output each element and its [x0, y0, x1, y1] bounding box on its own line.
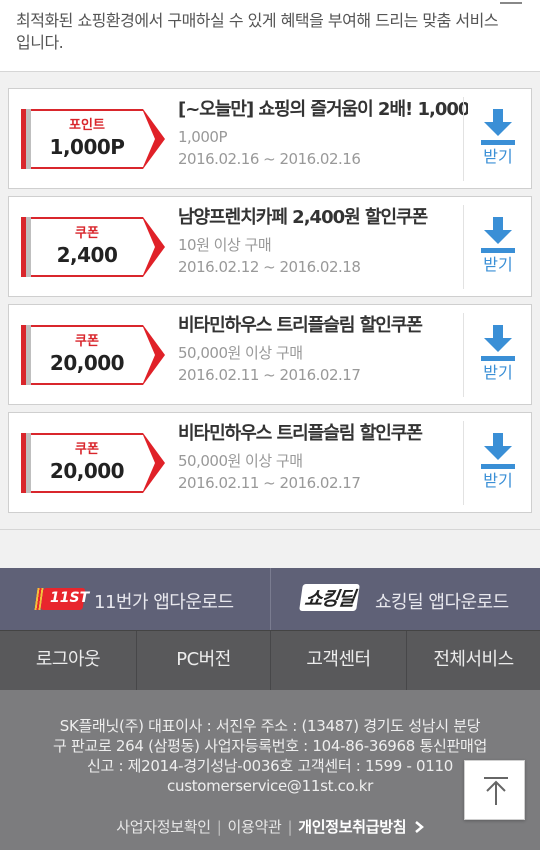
- coupon-type: 쿠폰: [75, 442, 99, 457]
- footer-links: 사업자정보확인 | 이용약관 | 개인정보취급방침: [0, 816, 540, 837]
- coupon-condition: 1,000P: [178, 128, 228, 146]
- download-label: 받기: [483, 147, 513, 166]
- intro-text-line2: 입니다.: [16, 33, 64, 52]
- pc-version-button[interactable]: PC버전: [136, 631, 270, 691]
- download-button[interactable]: 받기: [463, 205, 531, 289]
- all-services-button[interactable]: 전체서비스: [406, 631, 540, 691]
- coupon-title: 비타민하우스 트리플슬림 할인쿠폰: [178, 423, 423, 444]
- download-button[interactable]: 받기: [463, 313, 531, 397]
- coupon-type: 쿠폰: [75, 334, 99, 349]
- coupon-info: 비타민하우스 트리플슬림 할인쿠폰 50,000원 이상 구매 2016.02.…: [178, 313, 468, 386]
- coupon-ticket: 쿠폰 20,000: [21, 325, 166, 385]
- company-info-line: SK플래닛(주) 대표이사 : 서진우 주소 : (13487) 경기도 성남시…: [59, 717, 481, 735]
- intro-text-line1: 최적화된 쇼핑환경에서 구매하실 수 있게 혜택을 부여해 드리는 맞춤 서비스: [16, 11, 499, 30]
- coupon-condition: 10원 이상 구매: [178, 236, 272, 254]
- coupon-type: 쿠폰: [75, 226, 99, 241]
- download-button[interactable]: 받기: [463, 421, 531, 505]
- company-info-line: 신고 : 제2014-경기성남-0036호 고객센터 : 1599 - 0110: [86, 757, 454, 775]
- intro-panel: 최적화된 쇼핑환경에서 구매하실 수 있게 혜택을 부여해 드리는 맞춤 서비스…: [0, 0, 540, 72]
- 11st-app-download-label: 11번가 앱다운로드: [94, 592, 234, 613]
- download-icon: [481, 109, 515, 145]
- download-label: 받기: [483, 363, 513, 382]
- footer-nav: 로그아웃 PC버전 고객센터 전체서비스: [0, 630, 540, 691]
- download-icon: [481, 217, 515, 253]
- 11st-app-download-button[interactable]: 11ST 11번가 앱다운로드: [0, 568, 270, 630]
- app-download-bar: 11ST 11번가 앱다운로드 쇼킹딜 쇼킹딜 앱다운로드: [0, 568, 540, 630]
- coupon-amount: 1,000P: [49, 135, 125, 159]
- coupon-info: 남양프렌치카페 2,400원 할인쿠폰 10원 이상 구매 2016.02.12…: [178, 205, 468, 278]
- privacy-policy-link[interactable]: 개인정보취급방침: [298, 818, 406, 836]
- shocking-deal-app-download-button[interactable]: 쇼킹딜 쇼킹딜 앱다운로드: [270, 568, 540, 630]
- customer-email[interactable]: customerservice@11st.co.kr: [0, 776, 540, 796]
- shocking-deal-app-download-label: 쇼킹딜 앱다운로드: [375, 592, 509, 613]
- coupon-amount: 2,400: [56, 243, 118, 267]
- coupon-period: 2016.02.16 ~ 2016.02.16: [178, 150, 361, 168]
- coupon-title: 비타민하우스 트리플슬림 할인쿠폰: [178, 315, 423, 336]
- coupon-title: [~오늘만] 쇼핑의 즐거움이 2배! 1,000: [178, 99, 468, 120]
- company-footer: SK플래닛(주) 대표이사 : 서진우 주소 : (13487) 경기도 성남시…: [0, 690, 540, 850]
- coupon-ticket: 쿠폰 2,400: [21, 217, 166, 277]
- business-info-link[interactable]: 사업자정보확인: [116, 818, 211, 836]
- logout-button[interactable]: 로그아웃: [0, 631, 136, 691]
- coupon-condition: 50,000원 이상 구매: [178, 344, 303, 362]
- coupon-card[interactable]: 쿠폰 2,400 남양프렌치카페 2,400원 할인쿠폰 10원 이상 구매 2…: [8, 196, 532, 297]
- coupon-period: 2016.02.11 ~ 2016.02.17: [178, 366, 361, 384]
- company-info-line: 구 판교로 264 (삼평동) 사업자등록번호 : 104-86-36968 통…: [52, 737, 488, 755]
- shocking-deal-logo-icon: 쇼킹딜: [299, 584, 361, 611]
- coupon-period: 2016.02.12 ~ 2016.02.18: [178, 258, 361, 276]
- download-label: 받기: [483, 471, 513, 490]
- download-button[interactable]: 받기: [463, 97, 531, 181]
- coupon-condition: 50,000원 이상 구매: [178, 452, 303, 470]
- coupon-amount: 20,000: [49, 351, 125, 375]
- scroll-to-top-button[interactable]: [464, 760, 525, 820]
- coupon-amount: 20,000: [49, 459, 125, 483]
- chevron-right-icon: [414, 821, 424, 833]
- terms-link[interactable]: 이용약관: [228, 818, 282, 836]
- coupon-type: 포인트: [69, 118, 105, 133]
- coupon-card[interactable]: 포인트 1,000P [~오늘만] 쇼핑의 즐거움이 2배! 1,000 1,0…: [8, 88, 532, 189]
- coupon-ticket: 쿠폰 20,000: [21, 433, 166, 493]
- coupon-period: 2016.02.11 ~ 2016.02.17: [178, 474, 361, 492]
- download-icon: [481, 325, 515, 361]
- coupon-list: 포인트 1,000P [~오늘만] 쇼핑의 즐거움이 2배! 1,000 1,0…: [0, 72, 540, 530]
- coupon-info: [~오늘만] 쇼핑의 즐거움이 2배! 1,000 1,000P 2016.02…: [178, 97, 468, 170]
- coupon-ticket: 포인트 1,000P: [21, 109, 166, 169]
- customer-center-button[interactable]: 고객센터: [270, 631, 406, 691]
- download-icon: [481, 433, 515, 469]
- arrow-up-icon: [484, 777, 508, 805]
- coupon-card[interactable]: 쿠폰 20,000 비타민하우스 트리플슬림 할인쿠폰 50,000원 이상 구…: [8, 304, 532, 405]
- coupon-card[interactable]: 쿠폰 20,000 비타민하우스 트리플슬림 할인쿠폰 50,000원 이상 구…: [8, 412, 532, 513]
- 11st-logo-icon: 11ST: [34, 586, 89, 612]
- download-label: 받기: [483, 255, 513, 274]
- collapse-handle[interactable]: [500, 0, 522, 4]
- coupon-title: 남양프렌치카페 2,400원 할인쿠폰: [178, 207, 428, 228]
- coupon-info: 비타민하우스 트리플슬림 할인쿠폰 50,000원 이상 구매 2016.02.…: [178, 421, 468, 494]
